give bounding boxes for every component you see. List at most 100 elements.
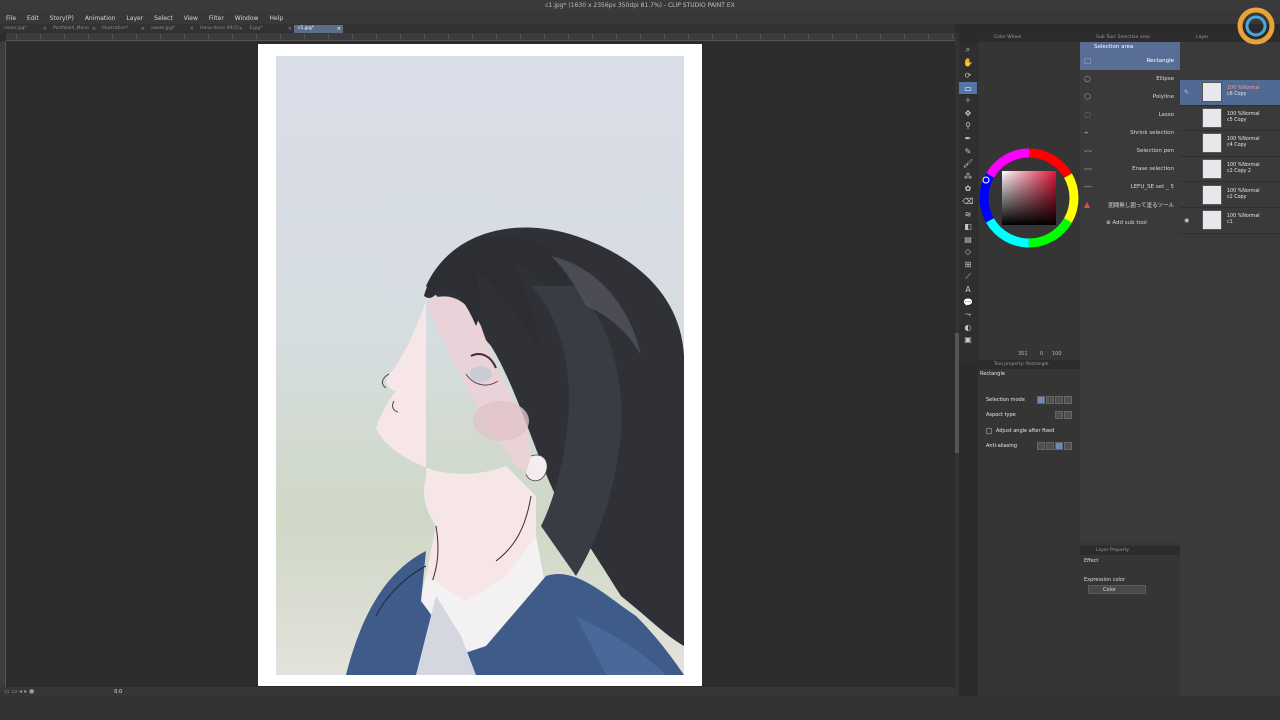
figure-icon[interactable]: ◇ [959,246,977,259]
window-title: c1.jpg* (1630 x 2356px 350dpi 81.7%) - C… [0,0,1280,12]
ruler-tick-label: | [424,34,426,39]
menu-window[interactable]: Window [235,15,259,22]
ruler-tick-label: | [352,34,354,39]
blend-icon[interactable]: ≋ [959,208,977,221]
fill-icon[interactable]: ◧ [959,220,977,233]
sub-tool-group-header[interactable]: Selection area [1080,42,1180,52]
eyedropper-icon[interactable]: ⚲ [959,120,977,133]
close-icon[interactable]: × [337,25,341,33]
tab-3[interactable]: 3.jpg* × [245,25,294,33]
sub-tool-fill-tool[interactable]: ▲ 囲聞無し囲って塗るツール [1080,196,1180,214]
layer-row[interactable]: ✎ 100 %Normal c6 Copy [1180,80,1280,106]
zoom-icon[interactable]: ⌕ [959,44,977,57]
pencil-icon[interactable]: ✎ [959,145,977,158]
tab-hana[interactable]: Hana dress 09(2) × [196,25,245,33]
decoration-icon[interactable]: ✿ [959,183,977,196]
ruler-tick-label: | [640,34,642,39]
sub-tool-shrink-selection[interactable]: ⌁ Shrink selection [1080,124,1180,142]
menu-file[interactable]: File [6,15,16,22]
correct-line-icon[interactable]: ⤳ [959,308,977,321]
tab-sweet[interactable]: sweet.jpg* × [147,25,196,33]
sub-tool-lefu-se[interactable]: — LEFU_SE set _ 5 [1080,178,1180,196]
brush-icon[interactable]: 🖌 [959,157,977,170]
sub-tool-erase-selection[interactable]: 〰 Erase selection [1080,160,1180,178]
ruler-tick-label: | [64,34,66,39]
color-swatch-icon[interactable]: ▣ [959,334,977,347]
tool-property-tab[interactable]: Tool property: Rectangle [978,360,1080,369]
layer-row[interactable]: 100 %Normal c4 Copy [1180,131,1280,157]
checkbox[interactable] [986,427,992,434]
layer-row[interactable]: 100 %Normal c5 Copy [1180,106,1280,132]
layer-row[interactable]: 100 %Normal c2 Copy [1180,182,1280,208]
auto-select-icon[interactable]: ✧ [959,94,977,107]
menu-layer[interactable]: Layer [126,15,143,22]
ruler-tick-label: | [40,34,42,39]
aspect-type-row[interactable]: Aspect type [978,408,1080,424]
artwork-illustration[interactable] [276,56,684,675]
selection-mode-buttons[interactable] [1036,395,1072,404]
close-icon[interactable]: × [43,25,47,33]
selection-icon[interactable]: ▭ [959,81,977,95]
color-wheel-tab[interactable]: Color Wheel [978,33,1080,42]
selection-mode-row[interactable]: Selection mode [978,392,1080,408]
layer-row[interactable]: ◉ 100 %Normal c1 [1180,208,1280,234]
menu-filter[interactable]: Filter [209,15,224,22]
eraser-icon[interactable]: ⌫ [959,195,977,208]
sub-tool-lasso[interactable]: ◌ Lasso [1080,106,1180,124]
ruler-tick-label: | [568,34,570,39]
pen-icon[interactable]: ✒ [959,132,977,145]
airbrush-icon[interactable]: ⁂ [959,170,977,183]
ruler-icon[interactable]: ⟋ [959,271,977,284]
close-icon[interactable]: × [239,25,243,33]
erase-selection-icon: 〰 [1084,165,1092,174]
color-wheel[interactable] [965,42,1080,360]
layer-row[interactable]: 100 %Normal c2 Copy 2 [1180,157,1280,183]
shrink-selection-icon: ⌁ [1084,128,1089,137]
hand-icon[interactable]: ✋ [959,57,977,70]
menu-story[interactable]: Story(P) [50,15,74,22]
menu-animation[interactable]: Animation [85,15,116,22]
rotate-icon[interactable]: ⟳ [959,69,977,82]
balloon-icon[interactable]: 💬 [959,296,977,309]
tab-illustration[interactable]: Illustration* × [98,25,147,33]
frame-icon[interactable]: ⊞ [959,258,977,271]
horizontal-ruler[interactable]: | | | | | | | | | | | | | | | | | | | | | | | | | | | | | | | | | | | | | | | | [6,33,955,41]
aspect-type-buttons[interactable] [1054,411,1072,420]
add-sub-tool-button[interactable]: ⊕ Add sub tool [1080,214,1180,232]
ruler-tick-label: | [496,34,498,39]
layer-thumbnail [1202,184,1222,205]
sub-tool-rectangle[interactable]: □ Rectangle [1080,52,1180,70]
sub-tool-ellipse[interactable]: ○ Ellipse [1080,70,1180,88]
close-icon[interactable]: × [288,25,292,33]
text-icon[interactable]: A [959,283,977,296]
close-icon[interactable]: × [190,25,194,33]
close-icon[interactable]: × [92,25,96,33]
sub-tool-tab[interactable]: Sub Tool: Selection area [1080,33,1180,42]
menu-help[interactable]: Help [269,15,283,22]
sub-tool-polyline[interactable]: ⬡ Polyline [1080,88,1180,106]
expression-color-select[interactable]: Color [1088,585,1146,594]
gradient-icon[interactable]: ▤ [959,233,977,246]
ruler-tick-label: | [448,34,450,39]
lasso-fill-icon[interactable]: ◐ [959,321,977,334]
anti-aliasing-buttons[interactable] [1036,442,1072,451]
pencil-icon[interactable]: ✎ [1184,89,1189,96]
sub-tool-selection-pen[interactable]: 〰 Selection pen [1080,142,1180,160]
tab-c1[interactable]: c1.jpg* × [294,24,343,33]
tab-cover[interactable]: cover.jpg* × [0,25,49,33]
ruler-tick-label: | [928,34,930,39]
layer-property-tab[interactable]: Layer Property [1080,546,1180,555]
eye-icon[interactable]: ◉ [1184,217,1189,224]
move-icon[interactable]: ✥ [959,107,977,120]
navigator-controls[interactable]: ▭ ▭ ◂ ▸ ● [4,688,34,695]
menu-edit[interactable]: Edit [27,15,39,22]
zoom-readout[interactable]: 0.0 [114,689,122,695]
effect-label: Effect [1084,558,1099,564]
ruler-tick-label: | [16,34,18,39]
tab-portfolio[interactable]: Portfolio4_Mono × [49,25,98,33]
close-icon[interactable]: × [141,25,145,33]
adjust-angle-row[interactable]: Adjust angle after fixed [978,423,1080,439]
anti-aliasing-row[interactable]: Anti-aliasing [978,439,1080,455]
menu-view[interactable]: View [184,15,198,22]
menu-select[interactable]: Select [154,15,173,22]
